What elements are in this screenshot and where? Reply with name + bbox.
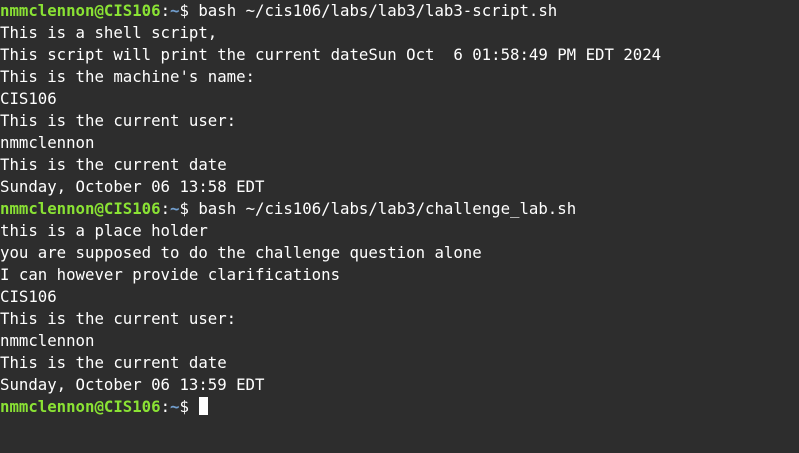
output-line: you are supposed to do the challenge que… (0, 243, 482, 262)
output-line: Sunday, October 06 13:58 EDT (0, 177, 265, 196)
prompt-line: nmmclennon@CIS106:~$ bash ~/cis106/labs/… (0, 198, 799, 220)
prompt-user-host: nmmclennon@CIS106 (0, 199, 161, 218)
output-line: I can however provide clarifications (0, 265, 341, 284)
prompt-user-host: nmmclennon@CIS106 (0, 1, 161, 20)
text-cursor[interactable] (199, 397, 209, 415)
output-line: This is the current user: (0, 111, 237, 130)
prompt-colon: : (160, 1, 171, 20)
output-line: This is the current date (0, 155, 227, 174)
command-text: bash ~/cis106/labs/lab3/challenge_lab.sh (198, 199, 577, 218)
output-line: nmmclennon (0, 331, 95, 350)
prompt-user-host: nmmclennon@CIS106 (0, 397, 161, 416)
prompt-symbol: $ (179, 199, 199, 218)
prompt-symbol: $ (179, 1, 199, 20)
prompt-colon: : (160, 397, 171, 416)
active-prompt-line[interactable]: nmmclennon@CIS106:~$ (0, 396, 799, 418)
output-line: Sunday, October 06 13:59 EDT (0, 375, 265, 394)
command-text: bash ~/cis106/labs/lab3/lab3-script.sh (198, 1, 558, 20)
output-line: CIS106 (0, 89, 57, 108)
output-line: This is a shell script, (0, 23, 218, 42)
prompt-colon: : (160, 199, 171, 218)
output-line: This script will print the current dateS… (0, 45, 662, 64)
output-line: CIS106 (0, 287, 57, 306)
output-line: This is the current date (0, 353, 227, 372)
prompt-line: nmmclennon@CIS106:~$ bash ~/cis106/labs/… (0, 0, 799, 22)
output-line: this is a place holder (0, 221, 208, 240)
output-line: nmmclennon (0, 133, 95, 152)
prompt-symbol: $ (179, 397, 199, 416)
output-line: This is the machine's name: (0, 67, 256, 86)
output-line: This is the current user: (0, 309, 237, 328)
terminal-window[interactable]: nmmclennon@CIS106:~$ bash ~/cis106/labs/… (0, 0, 799, 453)
